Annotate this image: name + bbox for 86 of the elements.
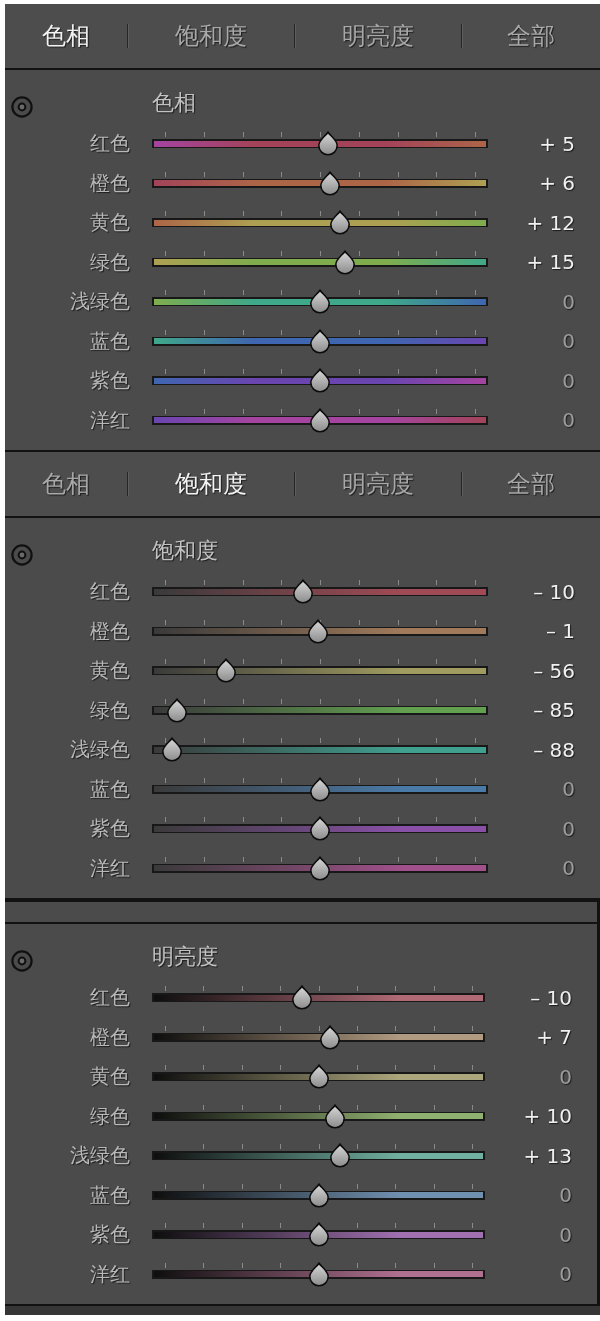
slider-thumb[interactable] (324, 1103, 347, 1129)
slider-thumb[interactable] (309, 776, 331, 802)
slider-value: 0 (562, 289, 575, 314)
slider-thumb[interactable] (309, 407, 331, 433)
slider-thumb[interactable] (307, 1261, 330, 1287)
slider-thumb[interactable] (319, 1024, 342, 1050)
slider-value: – 56 (533, 658, 575, 683)
slider-label: 黄色 (90, 209, 130, 237)
slider-label: 红色 (90, 984, 130, 1012)
slider-label: 蓝色 (90, 327, 130, 355)
slider-label: 浅绿色 (70, 1142, 130, 1170)
slider-label: 紫色 (90, 815, 130, 843)
panel-title: 明亮度 (152, 943, 219, 971)
slider-label: 橙色 (90, 1023, 130, 1051)
slider-label: 绿色 (90, 1102, 130, 1130)
slider-value: 0 (559, 1183, 572, 1208)
slider-label: 绿色 (90, 248, 130, 276)
target-icon[interactable] (11, 96, 33, 118)
slider-value: 0 (559, 1064, 572, 1089)
slider-value: 0 (562, 329, 575, 354)
tab[interactable]: 全部 (462, 4, 600, 68)
slider-thumb[interactable] (161, 737, 184, 763)
slider-thumb[interactable] (309, 816, 331, 842)
slider-thumb[interactable] (166, 697, 189, 723)
slider-label: 浅绿色 (70, 288, 130, 316)
tab[interactable]: 明亮度 (295, 4, 461, 68)
slider-thumb[interactable] (317, 131, 340, 157)
slider-thumb[interactable] (334, 249, 357, 275)
slider-value: 0 (562, 777, 575, 802)
tab[interactable]: 色相 (5, 452, 127, 516)
target-icon[interactable] (11, 544, 33, 566)
slider-thumb[interactable] (309, 328, 331, 354)
slider-value: 0 (562, 408, 575, 433)
tab[interactable]: 色相 (5, 4, 127, 68)
slider-thumb[interactable] (329, 210, 352, 236)
slider-label: 绿色 (90, 696, 130, 724)
slider-value: – 10 (530, 985, 572, 1010)
slider-value: – 1 (545, 619, 575, 644)
slider-label: 洋红 (90, 1260, 130, 1288)
slider-label: 蓝色 (90, 1181, 130, 1209)
slider-label: 洋红 (90, 406, 130, 434)
slider-value: – 85 (533, 698, 575, 723)
slider-thumb[interactable] (307, 1222, 330, 1248)
slider-label: 黄色 (90, 1063, 130, 1091)
slider-value: – 10 (533, 579, 575, 604)
slider-thumb[interactable] (319, 170, 342, 196)
slider-value: + 7 (536, 1025, 572, 1050)
slider-thumb[interactable] (290, 985, 313, 1011)
slider-label: 紫色 (90, 367, 130, 395)
slider-thumb[interactable] (292, 579, 315, 605)
slider-value: + 13 (523, 1143, 572, 1168)
slider-value: + 10 (523, 1104, 572, 1129)
slider-label: 浅绿色 (70, 736, 130, 764)
tab[interactable]: 明亮度 (295, 452, 461, 516)
slider-label: 橙色 (90, 617, 130, 645)
tab[interactable]: 全部 (462, 452, 600, 516)
target-icon[interactable] (11, 950, 33, 972)
slider-value: + 12 (526, 210, 575, 235)
slider-value: 0 (562, 856, 575, 881)
slider-thumb[interactable] (309, 368, 331, 394)
slider-label: 洋红 (90, 854, 130, 882)
slider-label: 红色 (90, 578, 130, 606)
slider-value: 0 (559, 1222, 572, 1247)
slider-value: + 15 (526, 250, 575, 275)
panel-title: 饱和度 (152, 537, 219, 565)
slider-thumb[interactable] (214, 658, 237, 684)
slider-label: 蓝色 (90, 775, 130, 803)
slider-value: + 5 (539, 131, 575, 156)
slider-thumb[interactable] (309, 289, 331, 315)
tab[interactable]: 饱和度 (128, 452, 294, 516)
slider-value: 0 (559, 1262, 572, 1287)
panel-title: 色相 (152, 89, 197, 117)
slider-thumb[interactable] (309, 855, 331, 881)
slider-thumb[interactable] (329, 1143, 352, 1169)
slider-label: 紫色 (90, 1221, 130, 1249)
slider-value: 0 (562, 816, 575, 841)
slider-thumb[interactable] (307, 618, 330, 644)
slider-value: + 6 (539, 171, 575, 196)
slider-value: – 88 (533, 737, 575, 762)
slider-thumb[interactable] (307, 1064, 330, 1090)
slider-label: 黄色 (90, 657, 130, 685)
tab[interactable]: 饱和度 (128, 4, 294, 68)
slider-label: 橙色 (90, 169, 130, 197)
slider-label: 红色 (90, 130, 130, 158)
slider-thumb[interactable] (307, 1182, 330, 1208)
slider-value: 0 (562, 368, 575, 393)
